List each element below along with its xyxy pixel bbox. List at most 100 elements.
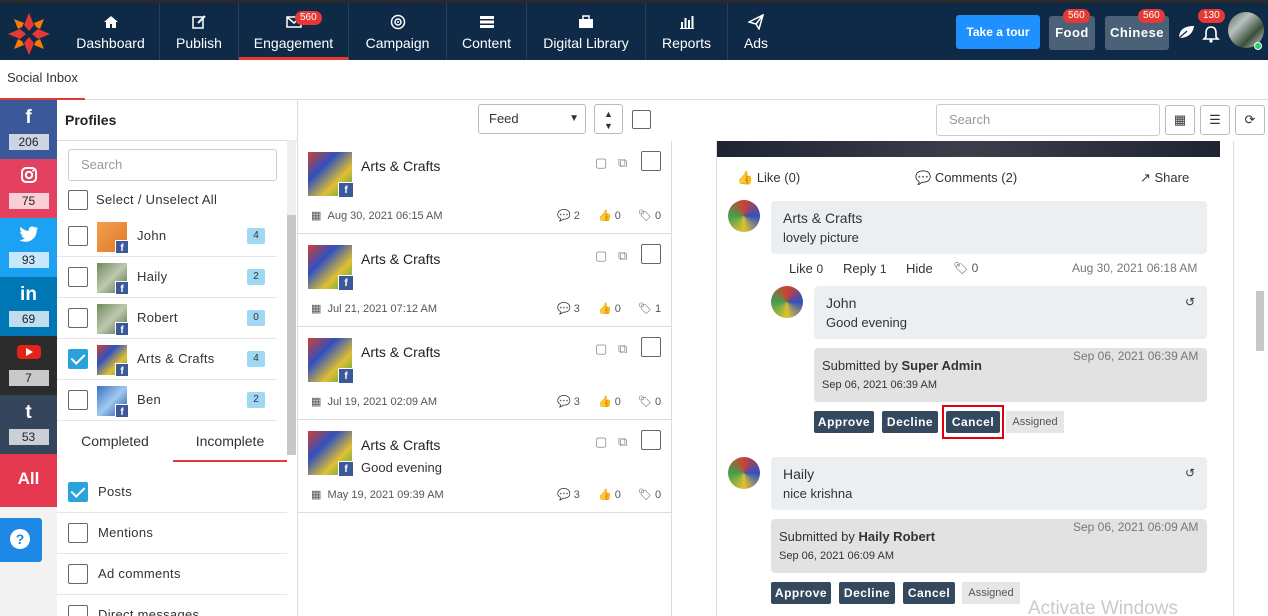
social-tumblr[interactable]: t 53 <box>0 395 57 454</box>
nav-publish[interactable]: Publish <box>160 3 239 60</box>
tab-social-inbox[interactable]: Social Inbox <box>0 60 85 100</box>
leaf-icon[interactable] <box>1177 24 1195 43</box>
user-avatar[interactable] <box>1228 12 1264 50</box>
feed-select[interactable]: Feed ▼ <box>478 104 586 134</box>
feed-item[interactable]: f Arts & Crafts ▢ ⧉ ▦ Jul 19, 2021 02:09… <box>298 327 672 420</box>
comment-author: Haily <box>783 466 815 482</box>
nav-digital-library[interactable]: Digital Library <box>527 3 646 60</box>
social-all[interactable]: All <box>0 454 57 507</box>
profile-checkbox[interactable] <box>68 308 88 328</box>
help-button[interactable]: ? <box>0 518 42 562</box>
post-checkbox[interactable] <box>641 430 661 450</box>
edit-icon <box>191 14 207 30</box>
profile-row[interactable]: f John 4 <box>57 216 277 257</box>
food-badge: 560 <box>1063 9 1090 23</box>
feed-item[interactable]: f Arts & Crafts ▢ ⧉ ▦ Jul 21, 2021 07:12… <box>298 234 672 327</box>
filter-mentions[interactable]: Mentions <box>57 513 287 554</box>
cancel-button[interactable]: Cancel <box>903 582 955 604</box>
profile-checkbox[interactable] <box>68 226 88 246</box>
take-tour-button[interactable]: Take a tour <box>956 15 1040 49</box>
comments-action[interactable]: 💬 Comments (2) <box>915 170 1017 186</box>
like-action[interactable]: 👍 Like (0) <box>737 170 800 186</box>
post-checkbox[interactable] <box>641 337 661 357</box>
tab-incomplete[interactable]: Incomplete <box>173 422 287 462</box>
profile-row[interactable]: f Ben 2 <box>57 380 277 421</box>
feed-select-all-checkbox[interactable] <box>632 110 651 129</box>
share-action[interactable]: ↗ Share <box>1140 170 1189 186</box>
question-icon: ? <box>10 529 30 549</box>
note-icon[interactable]: ▢ <box>595 155 607 171</box>
nav-dashboard[interactable]: Dashboard <box>62 3 160 60</box>
engagement-badge: 560 <box>295 11 322 25</box>
comment-tag[interactable]: 🏷 0 <box>953 261 978 275</box>
chinese-badge: 560 <box>1138 9 1165 23</box>
filter-button[interactable]: ☰ <box>1200 105 1230 135</box>
filter-posts[interactable]: Posts <box>57 472 287 513</box>
profile-row[interactable]: f Arts & Crafts 4 <box>57 339 277 380</box>
comment-reply-button[interactable]: Reply 1 <box>843 261 887 276</box>
sort-toggle[interactable]: ▲ ▼ <box>594 104 623 134</box>
post-likes: 👍 0 <box>598 210 621 222</box>
filter-ad-comments[interactable]: Ad comments <box>57 554 287 595</box>
profile-search-input[interactable]: Search <box>68 149 277 181</box>
feed-item[interactable]: f Arts & Crafts ▢ ⧉ ▦ Aug 30, 2021 06:15… <box>298 141 672 234</box>
approve-button[interactable]: Approve <box>814 411 874 433</box>
profile-checkbox[interactable] <box>68 349 88 369</box>
bar-chart-icon <box>679 14 695 30</box>
nav-campaign[interactable]: Campaign <box>349 3 447 60</box>
approve-button[interactable]: Approve <box>771 582 831 604</box>
nav-engagement[interactable]: Engagement 560 <box>239 3 349 60</box>
feed-list: f Arts & Crafts ▢ ⧉ ▦ Aug 30, 2021 06:15… <box>298 141 672 616</box>
nav-content[interactable]: Content <box>447 3 527 60</box>
app-logo[interactable] <box>6 11 52 57</box>
profile-checkbox[interactable] <box>68 267 88 287</box>
calendar-button[interactable]: ▦ <box>1165 105 1195 135</box>
profile-row[interactable]: f Robert 0 <box>57 298 277 339</box>
nav-reports[interactable]: Reports <box>646 3 728 60</box>
comment-like-button[interactable]: Like 0 <box>789 261 823 276</box>
social-facebook[interactable]: f 206 <box>0 100 57 159</box>
filter-checkbox[interactable] <box>68 482 88 502</box>
nav-label: Engagement <box>253 35 334 51</box>
detail-scrollbar[interactable] <box>1256 291 1264 351</box>
social-instagram[interactable]: 75 <box>0 159 57 218</box>
post-checkbox[interactable] <box>641 244 661 264</box>
bell-icon[interactable] <box>1202 25 1220 46</box>
feed-item[interactable]: f Arts & Crafts Good evening ▢ ⧉ ▦ May 1… <box>298 420 672 513</box>
filter-direct-messages[interactable]: Direct messages <box>57 595 287 616</box>
social-youtube[interactable]: 7 <box>0 336 57 395</box>
social-twitter[interactable]: 93 <box>0 218 57 277</box>
external-link-icon[interactable]: ⧉ <box>618 248 627 264</box>
detail-search-input[interactable]: Search <box>936 104 1160 136</box>
note-icon[interactable]: ▢ <box>595 434 607 450</box>
list-icon <box>479 14 495 30</box>
decline-button[interactable]: Decline <box>882 411 938 433</box>
refresh-button[interactable]: ⟳ <box>1235 105 1265 135</box>
filter-checkbox[interactable] <box>68 564 88 584</box>
history-icon[interactable]: ↺ <box>1185 295 1195 309</box>
twitter-icon <box>0 225 57 247</box>
scroll-thumb[interactable] <box>287 215 296 455</box>
select-all-checkbox[interactable] <box>68 190 88 210</box>
instagram-icon <box>0 166 57 188</box>
post-checkbox[interactable] <box>641 151 661 171</box>
decline-button[interactable]: Decline <box>839 582 895 604</box>
social-linkedin[interactable]: in 69 <box>0 277 57 336</box>
youtube-icon <box>0 343 57 365</box>
filter-checkbox[interactable] <box>68 605 88 616</box>
profile-row[interactable]: f Haily 2 <box>57 257 277 298</box>
tab-completed[interactable]: Completed <box>57 422 173 462</box>
filter-checkbox[interactable] <box>68 523 88 543</box>
external-link-icon[interactable]: ⧉ <box>618 155 627 171</box>
note-icon[interactable]: ▢ <box>595 341 607 357</box>
history-icon[interactable]: ↺ <box>1185 466 1195 480</box>
note-icon[interactable]: ▢ <box>595 248 607 264</box>
cancel-button[interactable]: Cancel <box>946 411 1000 433</box>
facebook-icon: f <box>25 107 32 128</box>
comment-hide-button[interactable]: Hide <box>906 261 933 276</box>
profile-checkbox[interactable] <box>68 390 88 410</box>
nav-ads[interactable]: Ads <box>728 3 784 60</box>
external-link-icon[interactable]: ⧉ <box>618 341 627 357</box>
profiles-scrollbar[interactable] <box>287 140 296 455</box>
external-link-icon[interactable]: ⧉ <box>618 434 627 450</box>
